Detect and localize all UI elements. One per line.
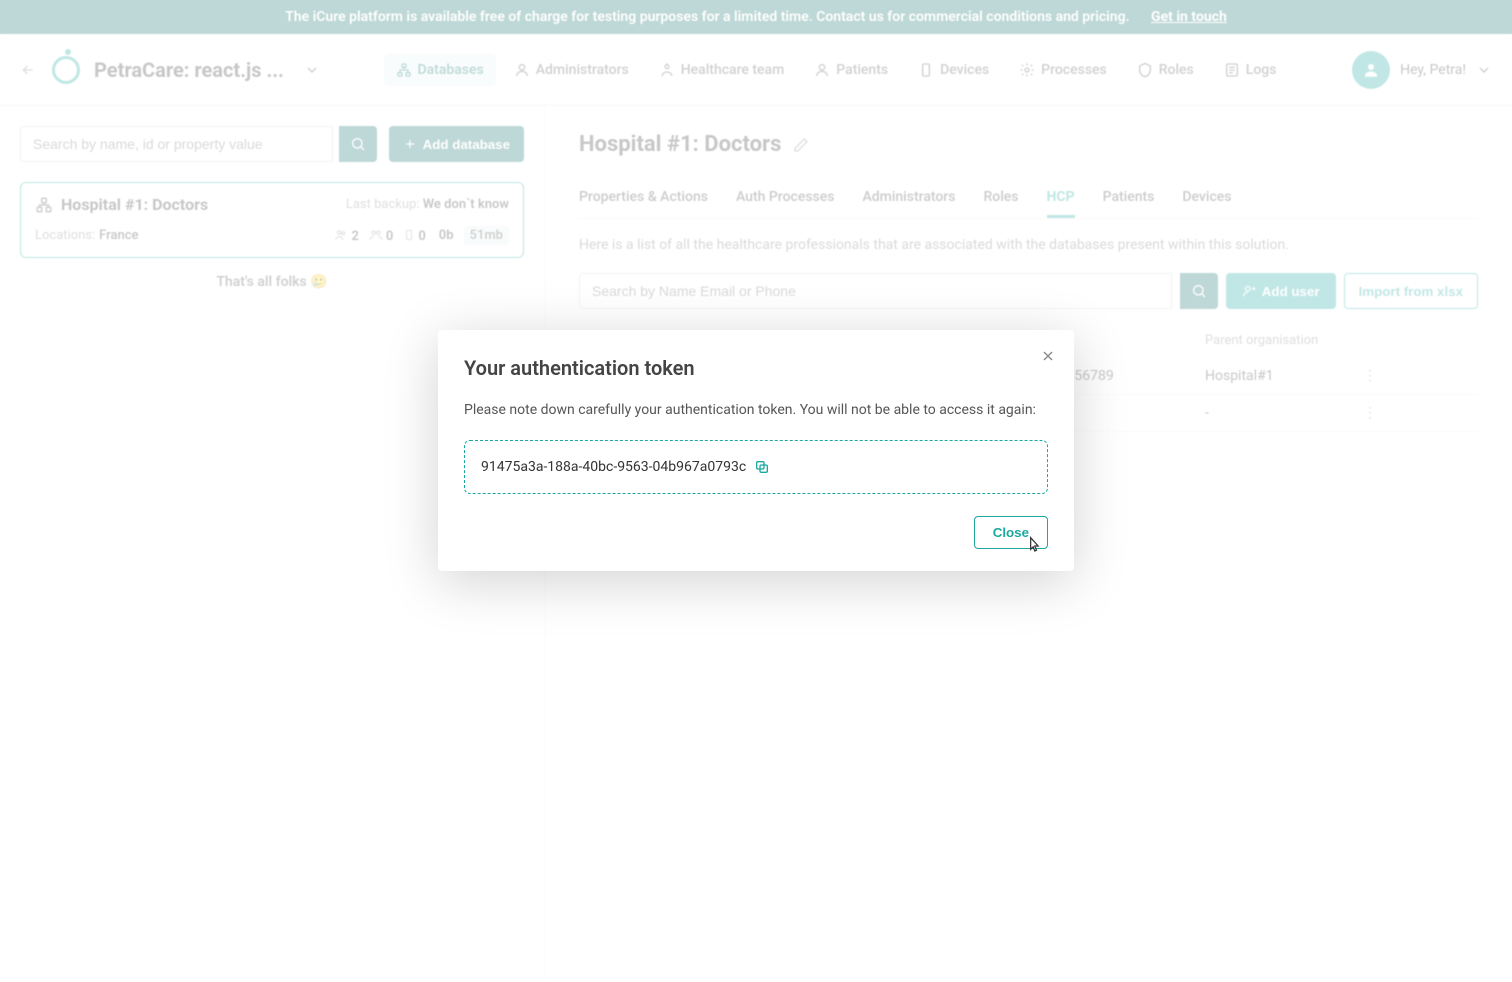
auth-token-modal: Your authentication token Please note do… xyxy=(438,330,1074,571)
copy-icon[interactable] xyxy=(754,459,770,475)
token-value: 91475a3a-188a-40bc-9563-04b967a0793c xyxy=(481,459,746,475)
modal-close-button[interactable]: Close xyxy=(974,516,1048,549)
modal-close-icon[interactable] xyxy=(1040,348,1056,364)
token-box: 91475a3a-188a-40bc-9563-04b967a0793c xyxy=(464,440,1048,494)
modal-title: Your authentication token xyxy=(464,356,1048,380)
modal-backdrop[interactable]: Your authentication token Please note do… xyxy=(0,0,1512,982)
modal-text: Please note down carefully your authenti… xyxy=(464,402,1048,418)
